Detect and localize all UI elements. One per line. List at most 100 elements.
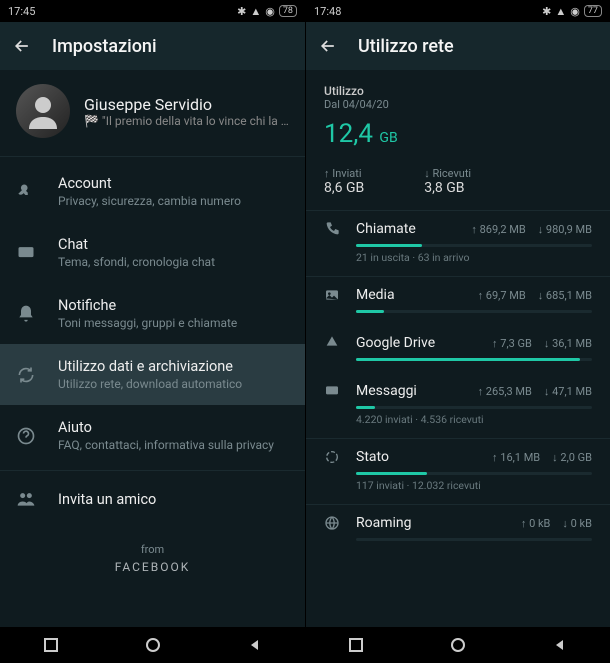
category-down: ↓ 47,1 MB [544, 385, 592, 398]
settings-item-chat[interactable]: Chat Tema, sfondi, cronologia chat [0, 222, 305, 283]
category-detail: 21 in uscita · 63 in arrivo [356, 251, 592, 264]
category-name: Stato [356, 449, 478, 465]
usage-category-phone[interactable]: Chiamate ↑ 869,2 MB ↓ 980,9 MB 21 in uscita… [306, 211, 610, 277]
settings-item-label: Invita un amico [58, 491, 289, 508]
category-detail: 117 inviati · 12.032 ricevuti [356, 479, 592, 492]
settings-item-help[interactable]: Aiuto FAQ, contattaci, informativa sulla … [0, 405, 305, 466]
bluetooth-icon: ✱ [237, 5, 246, 18]
usage-category-media[interactable]: Media ↑ 69,7 MB ↓ 685,1 MB [306, 277, 610, 325]
profile-row[interactable]: Giuseppe Servidio 🏁 "Il premio della vit… [0, 70, 305, 152]
settings-item-label: Notifiche [58, 297, 289, 314]
signal-icon: ▲ [250, 5, 261, 18]
category-up: ↑ 265,3 MB [478, 385, 532, 398]
people-icon [16, 489, 38, 509]
settings-item-label: Account [58, 175, 289, 192]
android-navbar [306, 627, 610, 663]
progress-bar [356, 358, 592, 361]
usage-label: Utilizzo [324, 84, 592, 98]
settings-item-key[interactable]: Account Privacy, sicurezza, cambia numero [0, 161, 305, 222]
divider [0, 156, 305, 157]
recv-value: 3,8 GB [424, 180, 471, 196]
category-up: ↑ 869,2 MB [471, 223, 525, 236]
settings-item-sub: Tema, sfondi, cronologia chat [58, 255, 289, 269]
category-up: ↑ 7,3 GB [492, 337, 532, 350]
bell-icon [16, 304, 38, 324]
divider [0, 470, 305, 471]
settings-item-sync[interactable]: Utilizzo dati e archiviazione Utilizzo re… [0, 344, 305, 405]
avatar [16, 84, 70, 138]
category-detail: 4.220 inviati · 4.536 ricevuti [356, 413, 592, 426]
settings-header: Impostazioni [0, 22, 305, 70]
recv-label: ↓ Ricevuti [424, 167, 471, 180]
usage-total: 12,4 GB [324, 119, 592, 149]
from-label: from [0, 543, 305, 556]
media-icon [324, 287, 342, 303]
progress-bar [356, 310, 592, 313]
status-time: 17:48 [314, 5, 341, 18]
usage-date: Dal 04/04/20 [324, 98, 592, 111]
settings-item-sub: Privacy, sicurezza, cambia numero [58, 194, 289, 208]
back-button[interactable] [12, 36, 32, 56]
nav-home[interactable] [145, 637, 161, 653]
help-icon [16, 426, 38, 446]
nav-recent[interactable] [44, 638, 58, 652]
key-icon [16, 182, 38, 202]
signal-icon: ▲ [555, 5, 566, 18]
android-navbar [0, 627, 305, 663]
settings-item-bell[interactable]: Notifiche Toni messaggi, gruppi e chiamat… [0, 283, 305, 344]
usage-category-globe[interactable]: Roaming ↑ 0 kB ↓ 0 kB [306, 505, 610, 553]
battery-icon: 78 [279, 5, 297, 17]
progress-bar [356, 472, 592, 475]
globe-icon [324, 515, 342, 531]
category-name: Messaggi [356, 383, 464, 399]
settings-item-people[interactable]: Invita un amico [0, 475, 305, 523]
category-down: ↓ 685,1 MB [538, 289, 592, 302]
sent-label: ↑ Inviati [324, 167, 364, 180]
settings-item-label: Utilizzo dati e archiviazione [58, 358, 289, 375]
category-name: Chiamate [356, 221, 457, 237]
status-icon [324, 449, 342, 465]
wifi-icon: ◉ [570, 5, 580, 18]
back-button[interactable] [318, 36, 338, 56]
nav-recent[interactable] [349, 638, 363, 652]
chat-icon [16, 243, 38, 263]
category-name: Roaming [356, 515, 507, 531]
settings-screen: 17:45 ✱ ▲ ◉ 78 Impostazioni Giuseppe Ser… [0, 0, 305, 663]
settings-item-sub: Toni messaggi, gruppi e chiamate [58, 316, 289, 330]
progress-bar [356, 538, 592, 541]
category-down: ↓ 2,0 GB [552, 451, 592, 464]
category-name: Google Drive [356, 335, 478, 351]
status-bar: 17:48 ✱ ▲ ◉ 77 [306, 0, 610, 22]
settings-item-label: Chat [58, 236, 289, 253]
sync-icon [16, 365, 38, 385]
page-title: Utilizzo rete [358, 36, 454, 57]
usage-category-msg[interactable]: Messaggi ↑ 265,3 MB ↓ 47,1 MB 4.220 inviati… [306, 373, 610, 439]
bluetooth-icon: ✱ [542, 5, 551, 18]
category-up: ↑ 16,1 MB [492, 451, 540, 464]
usage-category-drive[interactable]: Google Drive ↑ 7,3 GB ↓ 36,1 MB [306, 325, 610, 373]
battery-icon: 77 [584, 5, 602, 17]
nav-back[interactable] [553, 638, 567, 652]
profile-status: 🏁 "Il premio della vita lo vince chi la … [84, 114, 289, 128]
category-up: ↑ 69,7 MB [478, 289, 526, 302]
usage-category-status[interactable]: Stato ↑ 16,1 MB ↓ 2,0 GB 117 inviati · 12.0… [306, 439, 610, 505]
progress-bar [356, 244, 592, 247]
category-down: ↓ 980,9 MB [538, 223, 592, 236]
usage-header: Utilizzo rete [306, 22, 610, 70]
phone-icon [324, 221, 342, 237]
profile-name: Giuseppe Servidio [84, 95, 289, 114]
settings-item-sub: Utilizzo rete, download automatico [58, 377, 289, 391]
category-up: ↑ 0 kB [521, 517, 551, 530]
settings-item-sub: FAQ, contattaci, informativa sulla priva… [58, 438, 289, 452]
category-name: Media [356, 287, 464, 303]
progress-bar [356, 406, 592, 409]
wifi-icon: ◉ [265, 5, 275, 18]
category-down: ↓ 0 kB [562, 517, 592, 530]
status-time: 17:45 [8, 5, 35, 18]
nav-home[interactable] [450, 637, 466, 653]
nav-back[interactable] [248, 638, 262, 652]
drive-icon [324, 335, 342, 351]
usage-screen: 17:48 ✱ ▲ ◉ 77 Utilizzo rete Utilizzo Da… [305, 0, 610, 663]
category-down: ↓ 36,1 MB [544, 337, 592, 350]
settings-item-label: Aiuto [58, 419, 289, 436]
